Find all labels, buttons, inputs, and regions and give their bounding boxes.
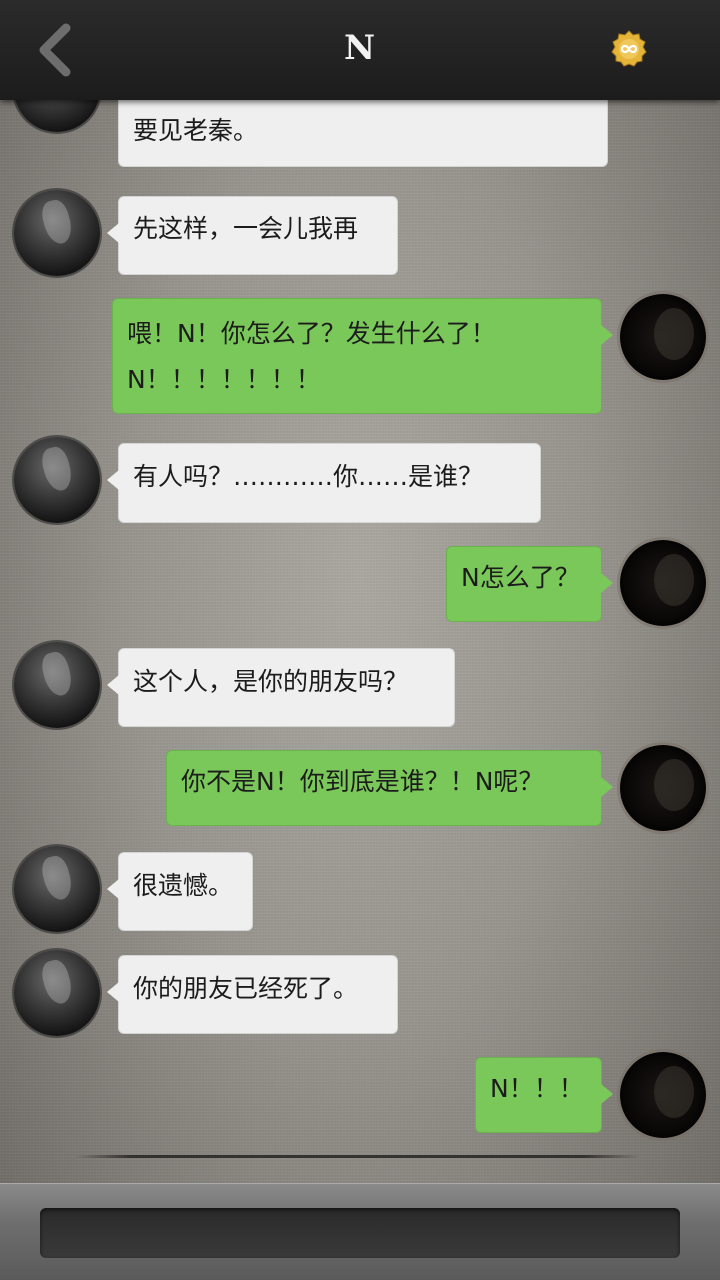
incoming-message[interactable]: 要见老秦。 bbox=[118, 100, 608, 167]
outgoing-message[interactable]: N！！！ bbox=[475, 1057, 613, 1133]
message-input[interactable] bbox=[40, 1208, 680, 1258]
message-text: 很遗憾。 bbox=[133, 871, 234, 900]
user-avatar[interactable] bbox=[620, 745, 706, 831]
message-text: 有人吗？…………你……是谁？ bbox=[133, 462, 484, 491]
contact-avatar[interactable] bbox=[14, 642, 100, 728]
input-bar bbox=[0, 1183, 720, 1280]
contact-avatar[interactable] bbox=[14, 437, 100, 523]
message-text: 你的朋友已经死了。 bbox=[133, 974, 359, 1003]
app-header: N bbox=[0, 0, 720, 100]
chat-screen: 要见老秦。 先这样，一会儿我再 喂！N！你怎么了？发生什么了！ N！！！！！！！… bbox=[0, 0, 720, 1280]
contact-avatar[interactable] bbox=[14, 846, 100, 932]
incoming-message[interactable]: 很遗憾。 bbox=[107, 852, 253, 931]
message-text: 先这样，一会儿我再 bbox=[133, 214, 359, 243]
infinity-badge-icon bbox=[611, 30, 647, 67]
contact-avatar[interactable] bbox=[14, 950, 100, 1036]
user-avatar[interactable] bbox=[620, 540, 706, 626]
message-text: 这个人，是你的朋友吗？ bbox=[133, 667, 409, 696]
outgoing-message[interactable]: N怎么了？ bbox=[446, 546, 613, 622]
outgoing-message[interactable]: 你不是N！你到底是谁？！N呢？ bbox=[166, 750, 613, 826]
incoming-message[interactable]: 你的朋友已经死了。 bbox=[107, 955, 398, 1034]
message-text: 要见老秦。 bbox=[133, 116, 259, 145]
incoming-message[interactable]: 这个人，是你的朋友吗？ bbox=[107, 648, 455, 727]
outgoing-message[interactable]: 喂！N！你怎么了？发生什么了！ N！！！！！！！ bbox=[112, 298, 613, 414]
user-avatar[interactable] bbox=[620, 1052, 706, 1138]
message-text-line-2: N！！！！！！！ bbox=[127, 365, 321, 394]
message-text-line-1: 喂！N！你怎么了？发生什么了！ bbox=[127, 319, 496, 348]
message-list[interactable]: 要见老秦。 先这样，一会儿我再 喂！N！你怎么了？发生什么了！ N！！！！！！！… bbox=[0, 0, 720, 1170]
infinity-badge-button[interactable] bbox=[610, 30, 648, 68]
contact-avatar[interactable] bbox=[14, 190, 100, 276]
message-text: N怎么了？ bbox=[461, 563, 580, 592]
incoming-message[interactable]: 先这样，一会儿我再 bbox=[107, 196, 398, 275]
message-text: 你不是N！你到底是谁？！N呢？ bbox=[181, 767, 544, 796]
incoming-message[interactable]: 有人吗？…………你……是谁？ bbox=[107, 443, 541, 523]
message-text: N！！！ bbox=[490, 1074, 584, 1103]
user-avatar[interactable] bbox=[620, 294, 706, 380]
divider bbox=[75, 1155, 640, 1158]
